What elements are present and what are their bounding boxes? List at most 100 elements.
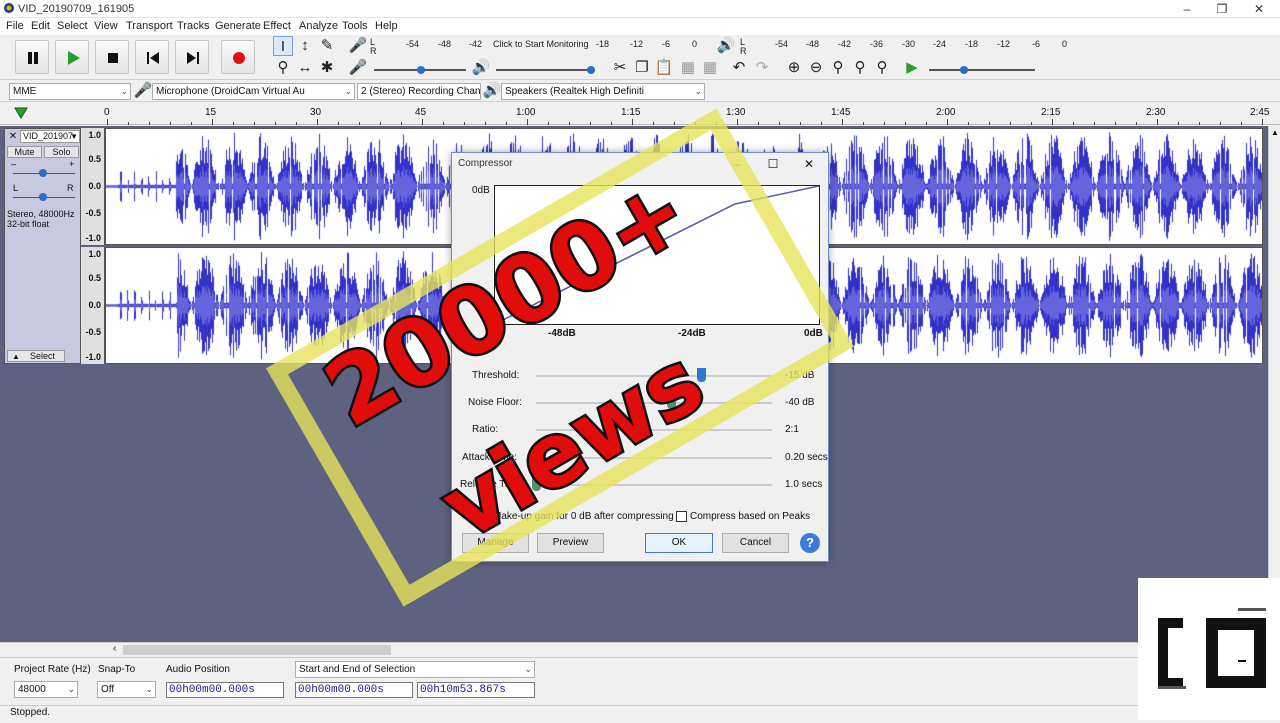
compressor-dialog[interactable]: Compressor – ☐ ✕ 0dB -48dB -24dB 0dB Thr… bbox=[451, 152, 829, 562]
manage-button[interactable]: Manage bbox=[462, 533, 529, 553]
scroll-left-icon[interactable]: ‹ bbox=[113, 643, 116, 654]
ratio-slider[interactable] bbox=[536, 429, 772, 431]
track-name-menu[interactable]: VID_201907 ▼ bbox=[20, 130, 80, 143]
menu-edit[interactable]: Edit bbox=[31, 20, 50, 32]
menu-effect[interactable]: Effect bbox=[263, 20, 291, 32]
zoom-tool-icon[interactable]: ⚲ bbox=[273, 58, 293, 78]
select-track-button[interactable]: ▲ Select bbox=[7, 350, 65, 362]
compress-peaks-checkbox[interactable] bbox=[676, 511, 687, 522]
solo-button[interactable]: Solo bbox=[44, 146, 79, 158]
snap-to-select[interactable]: Off ⌄ bbox=[97, 681, 156, 698]
envelope-tool-icon[interactable]: ↕ bbox=[295, 36, 315, 56]
skip-start-button[interactable] bbox=[135, 40, 169, 74]
channel-watermark-logo bbox=[1138, 578, 1280, 720]
menu-tools[interactable]: Tools bbox=[342, 20, 368, 32]
cancel-button[interactable]: Cancel bbox=[722, 533, 789, 553]
ok-button[interactable]: OK bbox=[645, 533, 713, 553]
audio-position-field[interactable]: 00h00m00.000s bbox=[166, 682, 284, 698]
play-speed-slider[interactable] bbox=[929, 69, 1035, 71]
track-control-panel[interactable]: ✕ VID_201907 ▼ Mute Solo – + L R Stereo, … bbox=[4, 128, 81, 364]
dialog-close-icon[interactable]: ✕ bbox=[792, 153, 826, 175]
ruler-tick bbox=[611, 122, 612, 125]
selection-end-field[interactable]: 00h10m53.867s bbox=[417, 682, 535, 698]
zoom-toggle-icon[interactable]: ⚲ bbox=[872, 58, 892, 78]
mute-button[interactable]: Mute bbox=[7, 146, 42, 158]
track-close-icon[interactable]: ✕ bbox=[7, 131, 19, 143]
selection-tool-icon[interactable]: I bbox=[273, 36, 293, 56]
ruler-tick bbox=[695, 122, 696, 125]
record-button[interactable] bbox=[221, 40, 255, 74]
release-time-knob[interactable] bbox=[532, 477, 541, 491]
vertical-scrollbar[interactable]: ▲ bbox=[1268, 126, 1280, 642]
zoom-out-icon[interactable]: ⊖ bbox=[806, 58, 826, 78]
attack-time-knob[interactable] bbox=[536, 450, 546, 464]
cut-icon[interactable]: ✂ bbox=[610, 58, 630, 78]
fit-project-icon[interactable]: ⚲ bbox=[850, 58, 870, 78]
selection-mode-select[interactable]: Start and End of Selection ⌄ bbox=[295, 661, 535, 678]
dialog-minimize-icon[interactable]: – bbox=[720, 153, 754, 175]
stop-button[interactable] bbox=[95, 40, 129, 74]
gain-plus-icon: + bbox=[69, 159, 75, 169]
fit-selection-icon[interactable]: ⚲ bbox=[828, 58, 848, 78]
restore-icon[interactable]: ❐ bbox=[1205, 0, 1239, 18]
multi-tool-icon[interactable]: ✱ bbox=[317, 58, 337, 78]
noise-floor-knob[interactable] bbox=[666, 395, 676, 409]
silence-icon[interactable]: ▦ bbox=[700, 58, 720, 78]
menu-tracks[interactable]: Tracks bbox=[177, 20, 210, 32]
monitor-prompt[interactable]: Click to Start Monitoring bbox=[493, 39, 589, 49]
copy-icon[interactable]: ❐ bbox=[632, 58, 652, 78]
zoom-in-icon[interactable]: ⊕ bbox=[784, 58, 804, 78]
close-icon[interactable]: ✕ bbox=[1242, 0, 1276, 18]
input-volume-mic-icon: 🎤 bbox=[348, 59, 368, 76]
audio-host-select[interactable]: MME ⌄ bbox=[9, 83, 131, 100]
menu-select[interactable]: Select bbox=[57, 20, 88, 32]
microphone-icon: 🎤 bbox=[133, 82, 153, 99]
threshold-knob[interactable] bbox=[697, 368, 707, 382]
menu-bar: File Edit Select View Transport Tracks G… bbox=[0, 18, 1280, 35]
scroll-up-icon[interactable]: ▲ bbox=[1271, 128, 1279, 137]
pan-knob[interactable] bbox=[39, 193, 47, 201]
recording-channels-select[interactable]: 2 (Stereo) Recording Chan ⌄ bbox=[357, 83, 481, 100]
pause-button[interactable] bbox=[15, 40, 49, 74]
output-volume-slider[interactable] bbox=[496, 69, 592, 71]
help-icon[interactable]: ? bbox=[800, 533, 820, 553]
menu-help[interactable]: Help bbox=[375, 20, 398, 32]
pause-icon bbox=[28, 52, 38, 64]
dialog-maximize-icon[interactable]: ☐ bbox=[756, 153, 790, 175]
recording-device-select[interactable]: Microphone (DroidCam Virtual Au ⌄ bbox=[152, 83, 355, 100]
preview-button[interactable]: Preview bbox=[537, 533, 604, 553]
attack-time-slider[interactable] bbox=[536, 457, 772, 459]
horizontal-scrollbar[interactable]: ‹ bbox=[0, 642, 1268, 656]
play-speed-knob[interactable] bbox=[960, 66, 968, 74]
paste-icon[interactable]: 📋 bbox=[654, 58, 674, 78]
selection-start-field[interactable]: 00h00m00.000s bbox=[295, 682, 413, 698]
ruler-tick bbox=[422, 119, 423, 125]
play-tick: -42 bbox=[838, 39, 852, 49]
redo-icon[interactable]: ↷ bbox=[752, 58, 772, 78]
undo-icon[interactable]: ↶ bbox=[729, 58, 749, 78]
menu-generate[interactable]: Generate bbox=[215, 20, 261, 32]
gain-knob[interactable] bbox=[39, 169, 47, 177]
timeshift-tool-icon[interactable]: ↔ bbox=[295, 58, 315, 78]
noise-floor-slider[interactable] bbox=[536, 402, 772, 404]
threshold-slider[interactable] bbox=[536, 375, 772, 377]
skip-end-button[interactable] bbox=[175, 40, 209, 74]
project-rate-select[interactable]: 48000 ⌄ bbox=[14, 681, 78, 698]
playback-device-select[interactable]: Speakers (Realtek High Definiti ⌄ bbox=[501, 83, 705, 100]
playback-device-value: Speakers (Realtek High Definiti bbox=[505, 86, 644, 97]
output-volume-knob[interactable] bbox=[587, 66, 595, 74]
input-volume-knob[interactable] bbox=[417, 66, 425, 74]
minimize-icon[interactable]: – bbox=[1170, 0, 1204, 18]
release-time-slider[interactable] bbox=[536, 484, 772, 486]
menu-transport[interactable]: Transport bbox=[126, 20, 173, 32]
play-at-speed-icon[interactable]: ▶ bbox=[902, 58, 922, 78]
play-button[interactable] bbox=[55, 40, 89, 74]
timeline-ruler[interactable]: 0 15 30 45 1:00 1:15 1:30 1:45 2:00 2:15… bbox=[0, 103, 1280, 125]
menu-file[interactable]: File bbox=[6, 20, 24, 32]
draw-tool-icon[interactable]: ✎ bbox=[317, 36, 337, 56]
menu-view[interactable]: View bbox=[94, 20, 118, 32]
trim-icon[interactable]: ▦ bbox=[678, 58, 698, 78]
menu-analyze[interactable]: Analyze bbox=[299, 20, 338, 32]
makeup-gain-checkbox[interactable]: ✓ bbox=[478, 510, 489, 522]
horizontal-scroll-thumb[interactable] bbox=[123, 645, 391, 655]
